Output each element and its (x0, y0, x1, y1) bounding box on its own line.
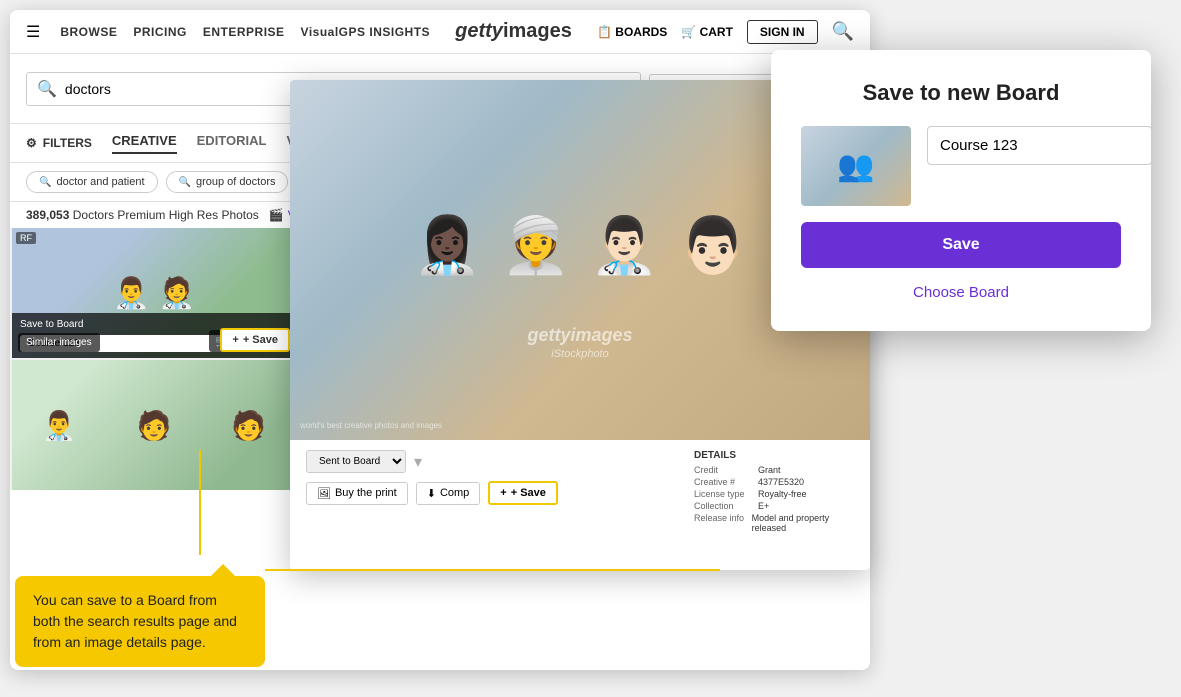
choose-board-link[interactable]: Choose Board (801, 284, 1121, 301)
save-to-board-modal: Save to new Board 👥 Save Choose Board (771, 50, 1151, 331)
cart-link[interactable]: 🛒 CART (681, 25, 733, 39)
print-icon: 🖼 (317, 487, 331, 500)
details-title: DETAILS (694, 450, 854, 461)
detail-row-credit: Credit Grant (694, 465, 854, 475)
chevron-icon: ▾ (414, 452, 422, 472)
filters-icon: ⚙ (26, 136, 37, 150)
download-icon: ⬇ (427, 487, 436, 500)
tab-editorial[interactable]: EDITORIAL (197, 133, 267, 154)
results-count: 389,053 Doctors Premium High Res Photos (26, 208, 259, 222)
rf-badge: RF (16, 232, 36, 244)
tag-group-doctors[interactable]: 🔍 group of doctors (166, 171, 289, 193)
detail-row-collection: Collection E+ (694, 501, 854, 511)
callout-tooltip: You can save to a Board from both the se… (15, 576, 265, 667)
boards-link[interactable]: 📋 BOARDS (597, 25, 667, 39)
comp-button[interactable]: ⬇ Comp (416, 482, 481, 505)
save-button-grid[interactable]: + + Save (220, 328, 290, 352)
filters-label: FILTERS (43, 136, 92, 150)
search-icon-small: 🔍 (39, 177, 51, 188)
image-content: 👨‍⚕️ 🧑 🧑 (12, 360, 296, 490)
modal-title: Save to new Board (801, 80, 1121, 106)
nav-visualgps[interactable]: VisualGPS INSIGHTS (301, 25, 430, 39)
nav-browse[interactable]: BROWSE (60, 25, 117, 39)
callout-text: You can save to a Board from both the se… (33, 592, 237, 650)
grid-item-1[interactable]: RF 👨‍⚕️ 🧑‍⚕️ Save to Board Course 123 Si… (12, 228, 296, 358)
callout-arrow (211, 564, 235, 576)
nav-right: 📋 BOARDS 🛒 CART SIGN IN 🔍 (597, 20, 854, 44)
detail-action-row: Sent to Board ▾ (306, 450, 678, 473)
tag-doctor-patient[interactable]: 🔍 doctor and patient (26, 171, 158, 193)
detail-board-select[interactable]: Sent to Board (306, 450, 406, 473)
detail-buttons-row: 🖼 Buy the print ⬇ Comp + + Save (306, 481, 678, 505)
modal-preview-image: 👥 (801, 126, 911, 206)
buy-print-button[interactable]: 🖼 Buy the print (306, 482, 408, 505)
grid-item-4[interactable]: 👨‍⚕️ 🧑 🧑 (12, 360, 296, 490)
detail-row-license: License type Royalty-free (694, 489, 854, 499)
site-logo: gettyimages (450, 20, 577, 43)
detail-actions: Sent to Board ▾ 🖼 Buy the print ⬇ Comp +… (306, 450, 678, 560)
detail-row-release: Release info Model and property released (694, 513, 854, 533)
nav-links: BROWSE PRICING ENTERPRISE VisualGPS INSI… (60, 25, 430, 39)
getty-watermark: gettyimagesiStockphoto (527, 325, 632, 360)
plus-icon: + (500, 487, 506, 499)
detail-sidebar: DETAILS Credit Grant Creative # 4377E532… (694, 450, 854, 560)
tab-creative[interactable]: CREATIVE (112, 133, 177, 154)
sign-in-button[interactable]: SIGN IN (747, 20, 818, 44)
search-by-image-button[interactable]: 🔍 (832, 21, 854, 42)
board-name-input[interactable] (927, 126, 1152, 165)
hamburger-menu[interactable]: ☰ (26, 22, 40, 42)
nav-enterprise[interactable]: ENTERPRISE (203, 25, 285, 39)
nav-bar: ☰ BROWSE PRICING ENTERPRISE VisualGPS IN… (10, 10, 870, 54)
filters-toggle[interactable]: ⚙ FILTERS (26, 136, 92, 150)
modal-content: 👥 (801, 126, 1121, 206)
detail-bottom-bar: Sent to Board ▾ 🖼 Buy the print ⬇ Comp +… (290, 440, 870, 570)
detail-save-button[interactable]: + + Save (488, 481, 558, 505)
nav-pricing[interactable]: PRICING (133, 25, 187, 39)
video-icon: 🎬 (269, 208, 284, 222)
image-detail-info: world's best creative photos and images (300, 421, 442, 430)
search-icon: 🔍 (37, 79, 57, 99)
detail-row-creative-id: Creative # 4377E5320 (694, 477, 854, 487)
modal-save-button[interactable]: Save (801, 222, 1121, 268)
similar-images-button[interactable]: Similar images (18, 333, 100, 352)
plus-icon: + (232, 334, 238, 346)
search-icon-small: 🔍 (179, 177, 191, 188)
